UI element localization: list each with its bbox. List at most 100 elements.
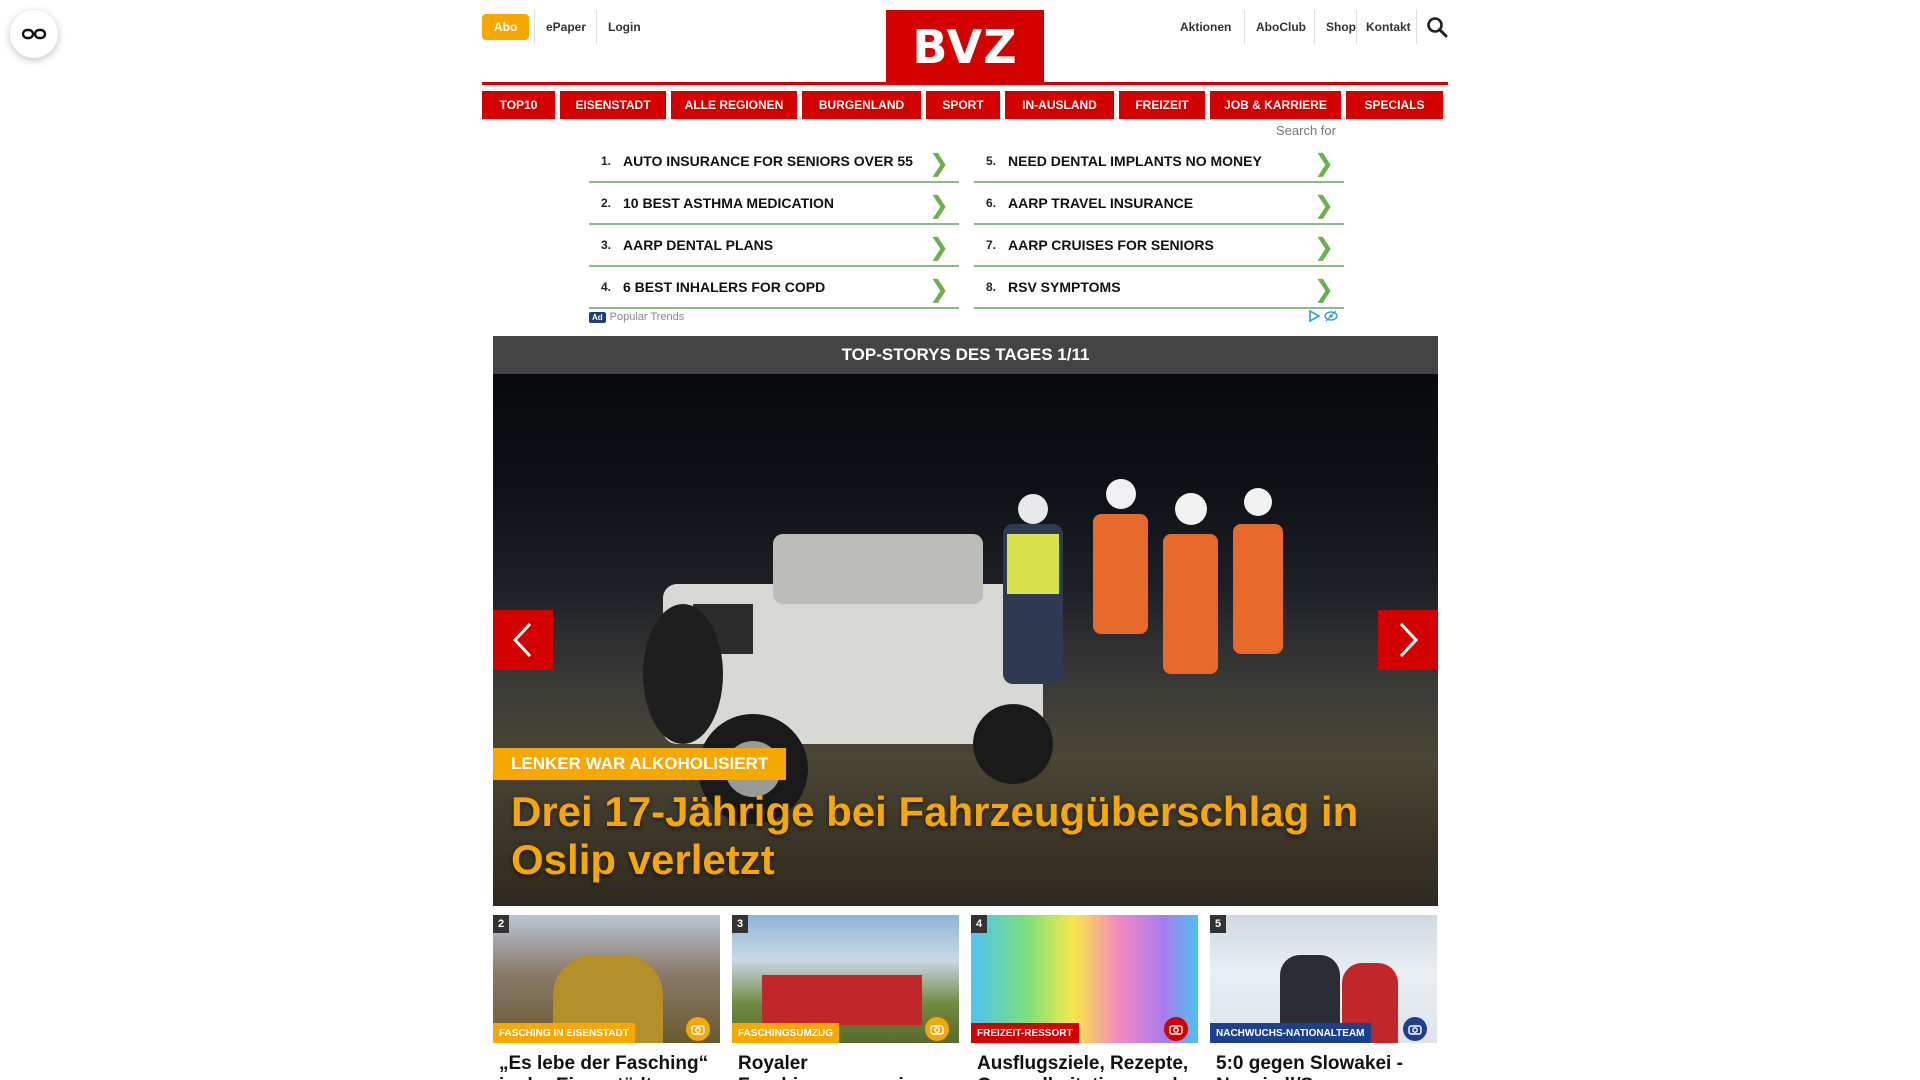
ad-link[interactable]: 2. 10 BEST ASTHMA MEDICATION ❯ [589,183,959,225]
story-title: 5:0 gegen Slowakei - Neusiedl/See [1216,1053,1403,1080]
nav-specials[interactable]: SPECIALS [1346,91,1443,119]
ad-badge: Ad [589,311,606,323]
firefighters-image [1003,479,1283,684]
story-image: 5 NACHWUCHS-NATIONALTEAM [1210,915,1437,1043]
ad-number: 6. [986,196,997,210]
search-icon[interactable] [1426,16,1448,38]
nav-top10[interactable]: TOP10 [482,91,555,119]
ad-choices[interactable] [1308,310,1338,322]
chevron-right-icon: ❯ [1313,150,1334,177]
aboclub-link[interactable]: AboClub [1256,14,1306,40]
ad-link[interactable]: 6. AARP TRAVEL INSURANCE ❯ [974,183,1344,225]
kontakt-link[interactable]: Kontakt [1366,14,1411,40]
abo-button[interactable]: Abo [482,14,530,40]
ad-number: 8. [986,280,997,294]
epaper-link[interactable]: ePaper [546,14,586,40]
story-image: 4 FREIZEIT-RESSORT [971,915,1198,1043]
story-card[interactable]: 2 FASCHING IN EISENSTADT „Es lebe der Fa… [493,915,720,1080]
camera-icon [1164,1017,1188,1041]
chevron-right-icon: ❯ [928,192,949,219]
ad-link[interactable]: 3. AARP DENTAL PLANS ❯ [589,225,959,267]
divider [1416,10,1417,44]
story-card[interactable]: 4 FREIZEIT-RESSORT Ausflugsziele, Rezept… [971,915,1198,1080]
ad-column-left: 1. AUTO INSURANCE FOR SENIORS OVER 55 ❯ 2.… [589,141,959,309]
story-image: 2 FASCHING IN EISENSTADT [493,915,720,1043]
ad-text: RSV SYMPTOMS [1008,279,1121,295]
reader-mode-button[interactable] [10,10,58,58]
ad-number: 1. [601,154,612,168]
site-header: Abo ePaper Login BVZ Aktionen AboClub Sh… [482,0,1448,84]
ad-number: 4. [601,280,612,294]
nav-sport[interactable]: SPORT [926,91,1000,119]
story-tag: FREIZEIT-RESSORT [971,1023,1079,1043]
ad-link[interactable]: 1. AUTO INSURANCE FOR SENIORS OVER 55 ❯ [589,141,959,183]
band-shape [762,975,922,1025]
ad-text: 6 BEST INHALERS FOR COPD [623,279,826,295]
story-card[interactable]: 3 FASCHINGSUMZUG Royaler Faschingsumzug … [732,915,959,1080]
nav-freizeit[interactable]: FREIZEIT [1119,91,1205,119]
story-card[interactable]: 5 NACHWUCHS-NATIONALTEAM 5:0 gegen Slowa… [1210,915,1437,1080]
story-title: Royaler Faschingsumzug in Lackenbach [738,1053,915,1080]
divider [534,10,535,44]
ad-link[interactable]: 7. AARP CRUISES FOR SENIORS ❯ [974,225,1344,267]
story-number: 5 [1210,915,1226,933]
hero-headline[interactable]: Drei 17-Jährige bei Fahrzeugüberschlag i… [511,788,1411,884]
chevron-left-icon [512,622,532,658]
hero-kicker: LENKER WAR ALKOHOLISIERT [493,748,787,780]
divider [1244,10,1245,44]
camera-icon [925,1017,949,1041]
story-number: 4 [971,915,987,933]
ad-search-label: Search for [1276,123,1336,138]
nav-alle-regionen[interactable]: ALLE REGIONEN [671,91,797,119]
ad-number: 7. [986,238,997,252]
bvz-logo[interactable]: BVZ [886,10,1044,84]
divider [596,10,597,44]
story-title: Ausflugsziele, Rezepte, Gesundheitstipps… [977,1053,1189,1080]
story-number: 3 [732,915,748,933]
ad-number: 5. [986,154,997,168]
story-tag: FASCHING IN EISENSTADT [493,1023,635,1043]
nav-burgenland[interactable]: BURGENLAND [802,91,921,119]
ad-text: NEED DENTAL IMPLANTS NO MONEY [1008,153,1262,169]
hero-slide[interactable]: LENKER WAR ALKOHOLISIERT Drei 17-Jährige… [493,374,1438,906]
ad-number: 2. [601,196,612,210]
ad-text: AARP TRAVEL INSURANCE [1008,195,1194,211]
main-nav: TOP10 EISENSTADT ALLE REGIONEN BURGENLAN… [482,91,1448,119]
slider-next-button[interactable] [1378,610,1438,670]
chevron-right-icon: ❯ [1313,192,1334,219]
nav-eisenstadt[interactable]: EISENSTADT [560,91,666,119]
camera-icon [686,1017,710,1041]
story-image: 3 FASCHINGSUMZUG [732,915,959,1043]
chevron-right-icon: ❯ [928,150,949,177]
chevron-right-icon: ❯ [928,234,949,261]
ad-link[interactable]: 4. 6 BEST INHALERS FOR COPD ❯ [589,267,959,309]
story-tag: NACHWUCHS-NATIONALTEAM [1210,1023,1371,1043]
nav-job-karriere[interactable]: JOB & KARRIERE [1210,91,1341,119]
play-icon [1309,310,1320,322]
story-tag: FASCHINGSUMZUG [732,1023,839,1043]
camera-icon [1403,1017,1427,1041]
ad-number: 3. [601,238,612,252]
eye-icon [1324,310,1338,322]
divider [1356,10,1357,44]
ad-text: AUTO INSURANCE FOR SENIORS OVER 55 [623,153,913,169]
ad-link[interactable]: 8. RSV SYMPTOMS ❯ [974,267,1344,309]
ad-column-right: 5. NEED DENTAL IMPLANTS NO MONEY ❯ 6. AARP … [974,141,1344,309]
chevron-right-icon: ❯ [1313,276,1334,303]
ad-text: AARP CRUISES FOR SENIORS [1008,237,1214,253]
ad-footer: Ad Popular Trends [589,311,684,323]
ad-text: 10 BEST ASTHMA MEDICATION [623,195,835,211]
nav-in-ausland[interactable]: IN-AUSLAND [1005,91,1114,119]
divider [1314,10,1315,44]
story-number: 2 [493,915,509,933]
shop-link[interactable]: Shop [1326,14,1356,40]
login-link[interactable]: Login [608,14,641,40]
chevron-right-icon: ❯ [928,276,949,303]
ad-footer-label: Popular Trends [609,311,685,323]
top-stories-header: TOP-STORYS DES TAGES 1/11 [493,336,1438,374]
chevron-right-icon: ❯ [1313,234,1334,261]
ad-link[interactable]: 5. NEED DENTAL IMPLANTS NO MONEY ❯ [974,141,1344,183]
slider-prev-button[interactable] [493,610,553,670]
aktionen-link[interactable]: Aktionen [1180,14,1231,40]
story-title: „Es lebe der Fasching“ in der Eisenstädt… [499,1053,709,1080]
